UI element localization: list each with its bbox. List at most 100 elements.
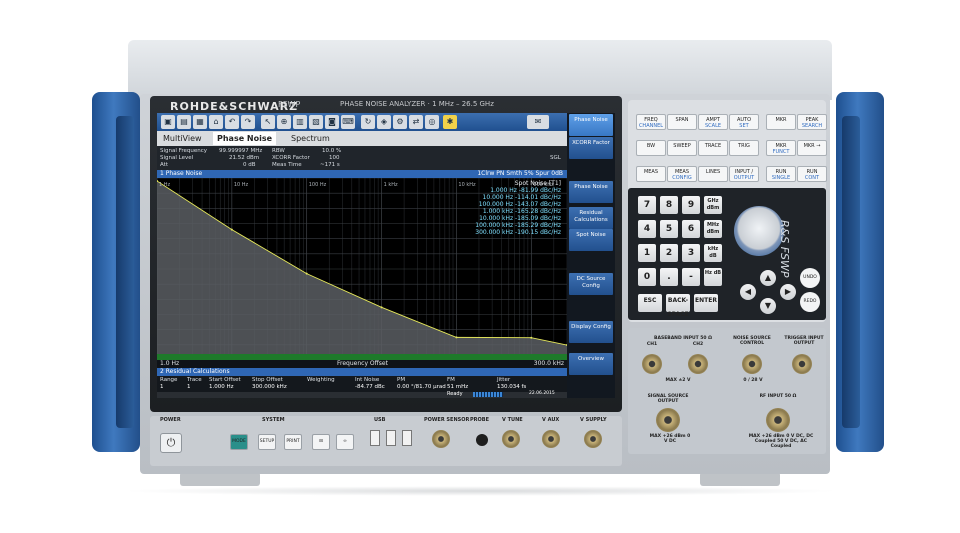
rf-icon[interactable]: ◈: [377, 115, 391, 129]
key-unit[interactable]: GHz dBm: [704, 196, 722, 214]
key-meas[interactable]: MEAS: [636, 166, 666, 182]
v-aux-connector[interactable]: [542, 430, 560, 448]
key-peak-search[interactable]: PEAK SEARCH: [797, 114, 827, 130]
spot-offset: 1.000 Hz: [490, 187, 519, 194]
key-trig[interactable]: TRIG: [729, 140, 759, 156]
lightbulb-icon[interactable]: ✱: [443, 115, 457, 129]
key-lines[interactable]: LINES: [698, 166, 728, 182]
key-run-single[interactable]: RUN SINGLE: [766, 166, 796, 182]
key-digit[interactable]: 8: [660, 196, 678, 214]
arrow-left-icon[interactable]: ◀: [740, 284, 756, 300]
home-icon[interactable]: ⌂: [209, 115, 223, 129]
key-digit[interactable]: 1: [638, 244, 656, 262]
key-digit[interactable]: .: [660, 268, 678, 286]
key-mkr-[interactable]: MKR →: [797, 140, 827, 156]
key-digit[interactable]: 9: [682, 196, 700, 214]
key-digit[interactable]: 3: [682, 244, 700, 262]
handle-right[interactable]: [836, 92, 884, 452]
usb-port-2[interactable]: [386, 430, 396, 446]
key-digit[interactable]: 4: [638, 220, 656, 238]
softkey-spot-noise[interactable]: Spot Noise: [569, 229, 613, 251]
rotary-knob[interactable]: [734, 206, 784, 256]
camera-icon[interactable]: ◙: [325, 115, 339, 129]
report-icon[interactable]: ▥: [293, 115, 307, 129]
tab-multiview[interactable]: MultiView: [159, 132, 206, 145]
softkey-overview[interactable]: Overview: [569, 353, 613, 375]
key-mkr-funct[interactable]: MKR FUNCT: [766, 140, 796, 156]
sync-icon[interactable]: ⇄: [409, 115, 423, 129]
usb-port-1[interactable]: [370, 430, 380, 446]
softkey-xcorr-factor[interactable]: XCORR Factor: [569, 137, 613, 159]
phase-noise-plot[interactable]: 1 Hz 10 Hz 100 Hz 1 kHz 10 kHz 100 kHz Spot N…: [157, 178, 567, 360]
side-model-label: R&S FSWP: [778, 220, 791, 278]
softkey-dc-source-config[interactable]: DC Source Config: [569, 273, 613, 295]
key-bw[interactable]: BW: [636, 140, 666, 156]
key-digit[interactable]: 0: [638, 268, 656, 286]
ch1-connector[interactable]: [642, 354, 662, 374]
arrow-down-icon[interactable]: ▼: [760, 298, 776, 314]
config-icon[interactable]: ⚙: [393, 115, 407, 129]
undo-icon[interactable]: ↶: [225, 115, 239, 129]
softkey-phase-noise[interactable]: Phase Noise: [569, 114, 613, 136]
open-icon[interactable]: ▤: [177, 115, 191, 129]
probe-connector[interactable]: [476, 434, 488, 446]
usb-port-3[interactable]: [402, 430, 412, 446]
redo-icon[interactable]: ↷: [241, 115, 255, 129]
undo-button[interactable]: UNDO: [800, 268, 820, 288]
key-unit[interactable]: Hz dB: [704, 268, 722, 286]
handle-left[interactable]: [92, 92, 140, 452]
print-icon[interactable]: ▦: [193, 115, 207, 129]
key-digit[interactable]: -: [682, 268, 700, 286]
key-sweep[interactable]: SWEEP: [667, 140, 697, 156]
key-freq-channel[interactable]: FREQ CHANNEL: [636, 114, 666, 130]
power-button[interactable]: ⏻: [160, 433, 182, 453]
softkey-phase-noise[interactable]: Phase Noise: [569, 181, 613, 203]
key-meas-config[interactable]: MEAS CONFIG: [667, 166, 697, 182]
mail-icon[interactable]: ✉: [527, 115, 549, 129]
system-key[interactable]: MODE: [230, 434, 248, 450]
key-input-output[interactable]: INPUT / OUTPUT: [729, 166, 759, 182]
key-enter[interactable]: ENTER: [694, 294, 718, 312]
zoom-icon[interactable]: ⊕: [277, 115, 291, 129]
key-span[interactable]: SPAN: [667, 114, 697, 130]
arrow-right-icon[interactable]: ▶: [780, 284, 796, 300]
softkey-residual-calculations[interactable]: Residual Calculations: [569, 207, 613, 229]
key-esc[interactable]: ESC: [638, 294, 662, 312]
key-auto-set[interactable]: AUTO SET: [729, 114, 759, 130]
ch2-connector[interactable]: [688, 354, 708, 374]
key-digit[interactable]: 6: [682, 220, 700, 238]
key-digit[interactable]: 7: [638, 196, 656, 214]
power-sensor-connector[interactable]: [432, 430, 450, 448]
v-tune-connector[interactable]: [502, 430, 520, 448]
save-icon[interactable]: ▣: [161, 115, 175, 129]
key-mkr[interactable]: MKR: [766, 114, 796, 130]
trigger-connector[interactable]: [792, 354, 812, 374]
rf-input-connector[interactable]: [766, 408, 790, 432]
tab-phase-noise[interactable]: Phase Noise: [213, 132, 277, 145]
keyboard-icon[interactable]: ⌨: [341, 115, 355, 129]
sequencer-icon[interactable]: ↻: [361, 115, 375, 129]
pointer-icon[interactable]: ↖: [261, 115, 275, 129]
v-supply-connector[interactable]: [584, 430, 602, 448]
softkey-display-config[interactable]: Display Config: [569, 321, 613, 343]
redo-button[interactable]: REDO: [800, 292, 820, 312]
signal-source-connector[interactable]: [656, 408, 680, 432]
key-ampt-scale[interactable]: AMPT SCALE: [698, 114, 728, 130]
system-key[interactable]: ∞: [336, 434, 354, 450]
key-trace[interactable]: TRACE: [698, 140, 728, 156]
key-digit[interactable]: 2: [660, 244, 678, 262]
arrow-up-icon[interactable]: ▲: [760, 270, 776, 286]
residual-cell: 300.000 kHz: [252, 384, 287, 390]
key-unit[interactable]: kHz dB: [704, 244, 722, 262]
system-key[interactable]: PRINT: [284, 434, 302, 450]
key-backspace[interactable]: BACK-SPACE: [666, 294, 690, 318]
ruler-icon[interactable]: ▧: [309, 115, 323, 129]
noise-source-connector[interactable]: [742, 354, 762, 374]
tab-spectrum[interactable]: Spectrum: [287, 132, 334, 145]
system-key[interactable]: ⊟: [312, 434, 330, 450]
ref-icon[interactable]: ◎: [425, 115, 439, 129]
key-run-cont[interactable]: RUN CONT: [797, 166, 827, 182]
key-digit[interactable]: 5: [660, 220, 678, 238]
key-unit[interactable]: MHz dBm: [704, 220, 722, 238]
system-key[interactable]: SETUP: [258, 434, 276, 450]
